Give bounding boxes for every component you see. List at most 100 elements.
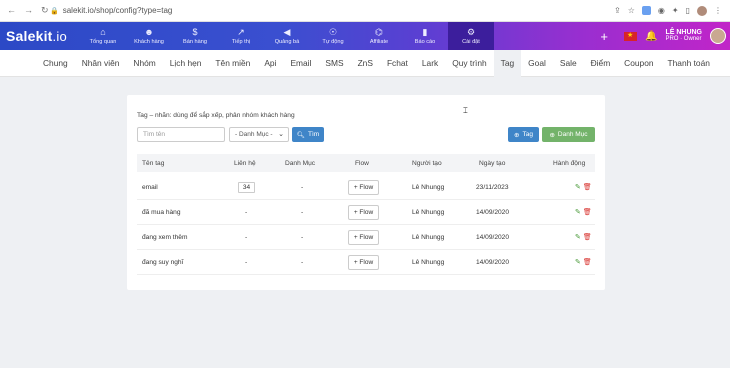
created-date: 14/09/2020 — [476, 208, 510, 216]
plus-icon[interactable]: + — [600, 29, 608, 44]
tag-name[interactable]: email — [142, 175, 158, 199]
sidebar-icon[interactable]: ▯ — [686, 6, 690, 15]
camera-icon[interactable]: ◉ — [658, 6, 665, 15]
contacts-count: - — [245, 208, 248, 216]
trash-icon[interactable]: 🗑︎ — [583, 258, 592, 266]
menu-settings[interactable]: ⚙ Cài đặt — [448, 22, 494, 50]
user-role: PRO · Owner — [665, 36, 702, 42]
extension-icon[interactable] — [641, 6, 651, 15]
tag-name[interactable]: đã mua hàng — [142, 200, 181, 224]
contacts-badge[interactable]: 34 — [238, 181, 255, 193]
tag-name[interactable]: đang xem thêm — [142, 225, 187, 249]
tab-email[interactable]: Email — [283, 50, 318, 77]
avatar[interactable] — [710, 28, 726, 44]
tab-lark[interactable]: Lark — [415, 50, 445, 77]
url-text[interactable]: salekit.io/shop/config?type=tag — [63, 6, 173, 15]
kebab-menu-icon[interactable]: ⋮ — [714, 6, 722, 15]
search-input[interactable]: Tìm tên — [137, 127, 225, 142]
tab-sale[interactable]: Sale — [553, 50, 584, 77]
users-icon: ☻ — [144, 27, 154, 37]
menu-report[interactable]: ▮ Báo cáo — [402, 22, 448, 50]
menu-label: Affiliate — [369, 39, 389, 45]
app-logo[interactable]: Salekit.io — [0, 28, 80, 44]
tag-name[interactable]: đang suy nghĩ — [142, 250, 183, 274]
edit-icon[interactable]: ✎ — [575, 208, 581, 216]
tab-payment[interactable]: Thanh toán — [661, 50, 717, 77]
puzzle-icon[interactable]: ✦ — [672, 6, 679, 15]
star-icon[interactable]: ☆ — [628, 6, 635, 15]
tag-category: - — [301, 208, 304, 216]
add-flow-button[interactable]: + Flow — [348, 254, 379, 270]
chevron-down-icon: ⌄ — [278, 131, 284, 138]
menu-overview[interactable]: ⌂ Tổng quan — [80, 22, 126, 50]
edit-icon[interactable]: ✎ — [575, 258, 581, 266]
browser-actions: ⇪ ☆ ◉ ✦ ▯ ⋮ — [614, 5, 730, 16]
tab-group[interactable]: Nhóm — [126, 50, 162, 77]
bell-icon[interactable]: 🔔 — [645, 31, 657, 42]
tab-general[interactable]: Chung — [36, 50, 75, 77]
tab-staff[interactable]: Nhân viên — [75, 50, 127, 77]
menu-automation[interactable]: ☉ Tự động — [310, 22, 356, 50]
tab-api[interactable]: Api — [257, 50, 283, 77]
add-flow-button[interactable]: + Flow — [348, 229, 379, 245]
tab-process[interactable]: Quy trình — [445, 50, 493, 77]
add-flow-button[interactable]: + Flow — [348, 204, 379, 220]
trash-icon[interactable]: 🗑︎ — [583, 183, 592, 191]
add-tag-button[interactable]: ⊕ Tag — [508, 127, 539, 142]
tab-zns[interactable]: ZnS — [351, 50, 380, 77]
created-date: 23/11/2023 — [476, 183, 509, 191]
tab-goal[interactable]: Goal — [521, 50, 553, 77]
contacts-count: - — [245, 233, 248, 241]
chart-line-icon: ↗ — [237, 27, 245, 37]
menu-label: Quảng bá — [274, 39, 300, 45]
back-arrow-icon[interactable]: ← — [7, 5, 16, 16]
tab-points[interactable]: Điểm — [584, 50, 618, 77]
topbar-right: + 🔔 LÊ NHUNG PRO · Owner — [600, 22, 730, 50]
vietnam-flag-icon[interactable] — [623, 31, 637, 41]
forward-arrow-icon[interactable]: → — [24, 5, 33, 16]
logo-suffix: .io — [52, 29, 67, 44]
menu-affiliate[interactable]: ⌬ Affiliate — [356, 22, 402, 50]
menu-promotion[interactable]: ◀ Quảng bá — [264, 22, 310, 50]
actions-cell: ✎ 🗑︎ — [575, 175, 592, 199]
creator: Lê Nhungg — [412, 233, 445, 241]
table-row: đang suy nghĩ - - + Flow Lê Nhungg 14/09… — [137, 250, 595, 275]
tab-sms[interactable]: SMS — [318, 50, 350, 77]
table-row: đã mua hàng - - + Flow Lê Nhungg 14/09/2… — [137, 200, 595, 225]
menu-customers[interactable]: ☻ Khách hàng — [126, 22, 172, 50]
creator: Lê Nhungg — [412, 183, 445, 191]
menu-label: Bán hàng — [183, 39, 207, 45]
tab-tag[interactable]: Tag — [493, 49, 522, 77]
col-creator: Người tạo — [412, 159, 442, 167]
table-row: đang xem thêm - - + Flow Lê Nhungg 14/09… — [137, 225, 595, 250]
address-bar[interactable]: 🔒 salekit.io/shop/config?type=tag — [44, 6, 614, 15]
user-name: LÊ NHUNG — [665, 29, 702, 36]
search-icon: 🔍︎ — [296, 131, 306, 139]
tab-coupon[interactable]: Coupon — [617, 50, 660, 77]
category-select[interactable]: - Danh Mục - ⌄ — [229, 127, 289, 142]
trash-icon[interactable]: 🗑︎ — [583, 208, 592, 216]
find-button[interactable]: 🔍︎ Tìm — [292, 127, 324, 142]
add-flow-button[interactable]: + Flow — [348, 179, 379, 195]
edit-icon[interactable]: ✎ — [575, 233, 581, 241]
settings-subnav: Chung Nhân viên Nhóm Lịch hẹn Tên miền A… — [0, 49, 730, 77]
flow-cell: + Flow — [348, 225, 379, 249]
menu-marketing[interactable]: ↗ Tiếp thị — [218, 22, 264, 50]
actions-cell: ✎ 🗑︎ — [575, 200, 592, 224]
profile-avatar[interactable] — [697, 5, 707, 16]
gear-icon: ⚙ — [466, 27, 476, 37]
menu-label: Cài đặt — [462, 39, 480, 45]
tab-domain[interactable]: Tên miền — [208, 50, 257, 77]
share-icon[interactable]: ⇪ — [614, 6, 621, 15]
add-category-button[interactable]: ⊕ Danh Mục — [542, 127, 595, 142]
contacts-count[interactable]: 34 — [238, 175, 255, 199]
tab-appointment[interactable]: Lịch hẹn — [163, 50, 209, 77]
tab-fchat[interactable]: Fchat — [380, 50, 415, 77]
menu-label: Tổng quan — [89, 39, 117, 45]
trash-icon[interactable]: 🗑︎ — [583, 233, 592, 241]
plus-circle-icon: ⊕ — [549, 131, 555, 139]
edit-icon[interactable]: ✎ — [575, 183, 581, 191]
user-menu[interactable]: LÊ NHUNG PRO · Owner — [665, 29, 702, 43]
menu-sales[interactable]: $ Bán hàng — [172, 22, 218, 50]
col-tag-name: Tên tag — [142, 159, 165, 167]
